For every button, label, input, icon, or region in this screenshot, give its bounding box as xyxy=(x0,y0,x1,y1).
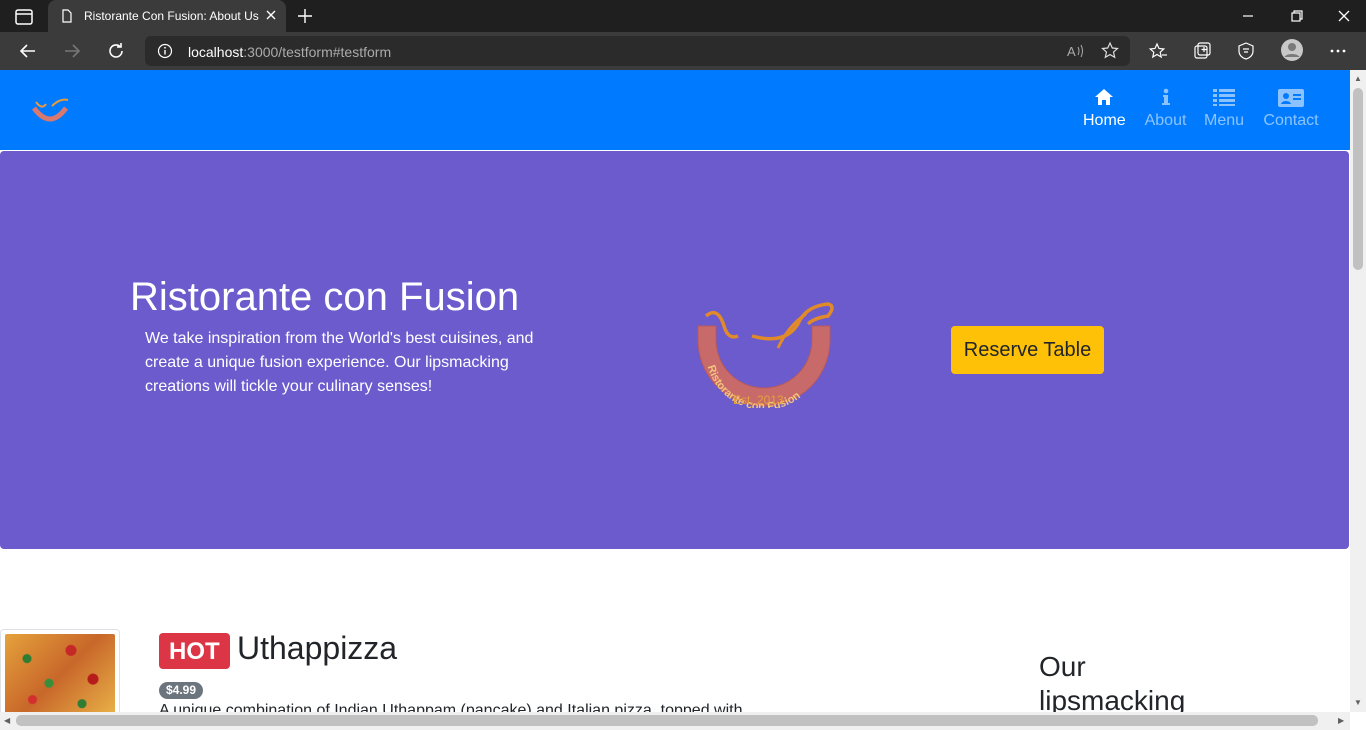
browser-tab[interactable]: Ristorante Con Fusion: About Us xyxy=(48,0,286,32)
reserve-table-button[interactable]: Reserve Table xyxy=(951,326,1104,374)
scroll-right-icon[interactable]: ▶ xyxy=(1338,716,1344,725)
vertical-scroll-thumb[interactable] xyxy=(1353,88,1363,270)
jumbotron: Ristorante con Fusion We take inspiratio… xyxy=(0,151,1349,549)
nav-about[interactable]: About xyxy=(1143,88,1188,132)
back-icon[interactable] xyxy=(18,41,38,61)
address-card-icon xyxy=(1278,89,1304,107)
nav-home[interactable]: Home xyxy=(1083,88,1126,132)
page-icon xyxy=(62,9,72,23)
side-heading: Our lipsmacking xyxy=(1039,651,1186,712)
price-badge: $4.99 xyxy=(159,682,204,699)
horizontal-scrollbar[interactable]: ◀ ▶ xyxy=(0,712,1350,730)
dish-image xyxy=(0,629,120,712)
minimize-icon[interactable] xyxy=(1240,8,1256,24)
hero-title: Ristorante con Fusion xyxy=(130,275,520,319)
list-icon xyxy=(1213,89,1235,106)
browser-tab-bar: Ristorante Con Fusion: About Us xyxy=(0,0,1366,32)
restore-icon[interactable] xyxy=(1289,8,1305,24)
close-window-icon[interactable] xyxy=(1336,8,1352,24)
tab-title: Ristorante Con Fusion: About Us xyxy=(84,9,259,23)
pizza-image xyxy=(5,634,115,712)
reload-icon[interactable] xyxy=(106,41,126,61)
new-tab-icon[interactable] xyxy=(296,7,314,25)
logo-est: Est. 2013 xyxy=(733,393,784,407)
address-bar[interactable]: localhost:3000/testform#testform A xyxy=(145,36,1130,66)
favorites-icon[interactable] xyxy=(1148,41,1168,61)
nav-contact[interactable]: Contact xyxy=(1263,88,1319,132)
home-icon xyxy=(1095,89,1113,105)
forward-icon[interactable] xyxy=(62,41,82,61)
url-text: localhost:3000/testform#testform xyxy=(188,44,392,60)
dish-description: A unique combination of Indian Uthappam … xyxy=(159,702,743,712)
nav-home-label: Home xyxy=(1083,112,1126,129)
info-icon xyxy=(1161,88,1170,105)
hero-text: We take inspiration from the World's bes… xyxy=(145,330,534,395)
site-navbar: Home About Menu Contact xyxy=(0,70,1350,150)
page-viewport: Home About Menu Contact Ristorante con F… xyxy=(0,70,1350,712)
restaurant-logo: Ristorante con Fusion Est. 2013 xyxy=(697,302,834,408)
dish-title: Uthappizza xyxy=(237,630,398,666)
more-options-icon[interactable] xyxy=(1328,41,1348,61)
browser-toolbar: localhost:3000/testform#testform A xyxy=(0,32,1366,70)
nav-menu[interactable]: Menu xyxy=(1202,88,1246,132)
vertical-scrollbar[interactable]: ▲ ▼ xyxy=(1350,70,1366,712)
brand-logo[interactable] xyxy=(30,96,70,130)
collections-icon[interactable] xyxy=(1192,41,1212,61)
nav-menu-label: Menu xyxy=(1203,112,1245,129)
nav-contact-label: Contact xyxy=(1263,112,1319,129)
scroll-down-icon[interactable]: ▼ xyxy=(1354,698,1362,707)
nav-about-label: About xyxy=(1144,112,1187,129)
read-aloud-icon[interactable]: A xyxy=(1065,41,1085,61)
horizontal-scroll-thumb[interactable] xyxy=(16,715,1318,726)
tab-actions-icon[interactable] xyxy=(12,7,36,27)
scroll-up-icon[interactable]: ▲ xyxy=(1354,74,1362,83)
close-tab-icon[interactable] xyxy=(264,8,278,22)
hot-badge: HOT xyxy=(159,633,230,669)
svg-text:A: A xyxy=(1067,44,1076,59)
browser-essentials-icon[interactable] xyxy=(1236,41,1256,61)
profile-avatar-icon[interactable] xyxy=(1280,38,1304,62)
site-info-icon[interactable] xyxy=(157,43,173,59)
add-favorite-icon[interactable] xyxy=(1100,41,1120,61)
scroll-left-icon[interactable]: ◀ xyxy=(4,716,10,725)
